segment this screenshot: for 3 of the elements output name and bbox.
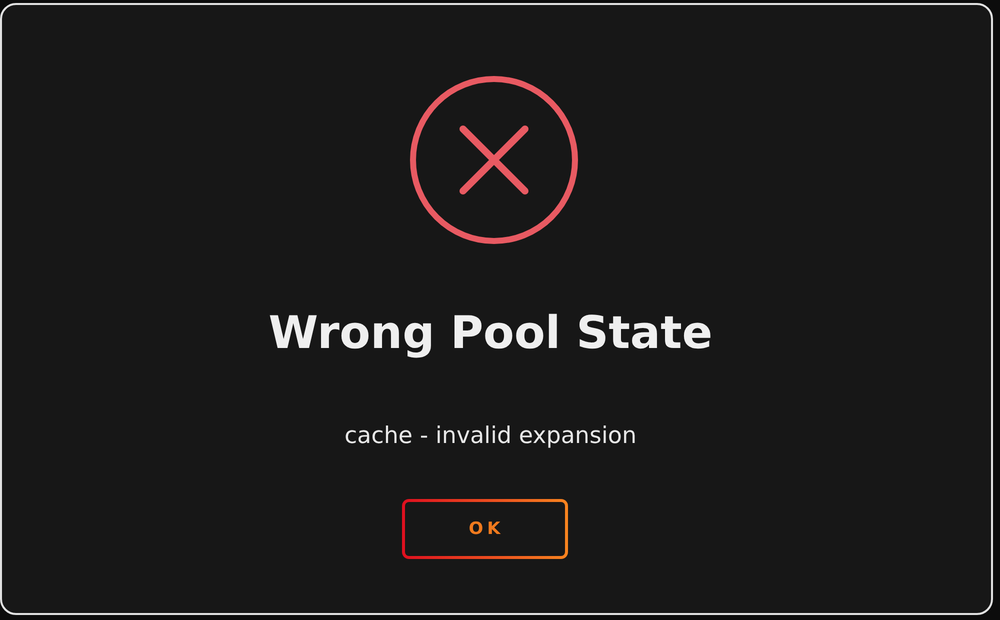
- dialog-message: cache - invalid expansion: [344, 422, 637, 451]
- dialog-title: Wrong Pool State: [268, 305, 713, 361]
- error-x-circle-icon: [409, 75, 579, 245]
